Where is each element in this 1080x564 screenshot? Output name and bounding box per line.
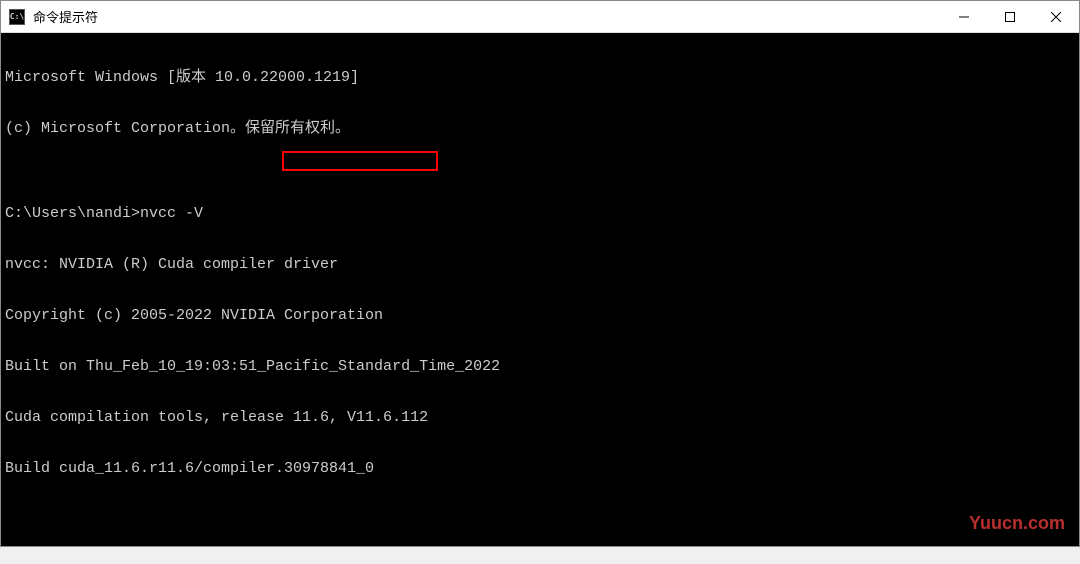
- terminal-line: Microsoft Windows [版本 10.0.22000.1219]: [5, 69, 1075, 86]
- prompt-text: C:\Users\nandi>: [5, 545, 140, 546]
- close-icon: [1051, 12, 1061, 22]
- cmd-icon: C:\: [9, 9, 25, 25]
- minimize-button[interactable]: [941, 1, 987, 33]
- terminal-prompt-line: C:\Users\nandi>: [5, 545, 1075, 546]
- maximize-icon: [1005, 12, 1015, 22]
- terminal-line: Copyright (c) 2005-2022 NVIDIA Corporati…: [5, 307, 1075, 324]
- maximize-button[interactable]: [987, 1, 1033, 33]
- terminal-line: (c) Microsoft Corporation。保留所有权利。: [5, 120, 1075, 137]
- window-title: 命令提示符: [33, 7, 941, 26]
- terminal-output[interactable]: Microsoft Windows [版本 10.0.22000.1219] (…: [1, 33, 1079, 546]
- terminal-line: Built on Thu_Feb_10_19:03:51_Pacific_Sta…: [5, 358, 1075, 375]
- minimize-icon: [959, 12, 969, 22]
- close-button[interactable]: [1033, 1, 1079, 33]
- terminal-line: Cuda compilation tools, release 11.6, V1…: [5, 409, 1075, 426]
- titlebar[interactable]: C:\ 命令提示符: [1, 1, 1079, 33]
- command-prompt-window: C:\ 命令提示符 Microsoft Windows [版本 10.0: [0, 0, 1080, 547]
- terminal-line: nvcc: NVIDIA (R) Cuda compiler driver: [5, 256, 1075, 273]
- watermark-text: Yuucn.com: [969, 513, 1065, 534]
- terminal-line: Build cuda_11.6.r11.6/compiler.30978841_…: [5, 460, 1075, 477]
- highlight-annotation: [282, 151, 438, 171]
- terminal-line: C:\Users\nandi>nvcc -V: [5, 205, 1075, 222]
- window-controls: [941, 1, 1079, 32]
